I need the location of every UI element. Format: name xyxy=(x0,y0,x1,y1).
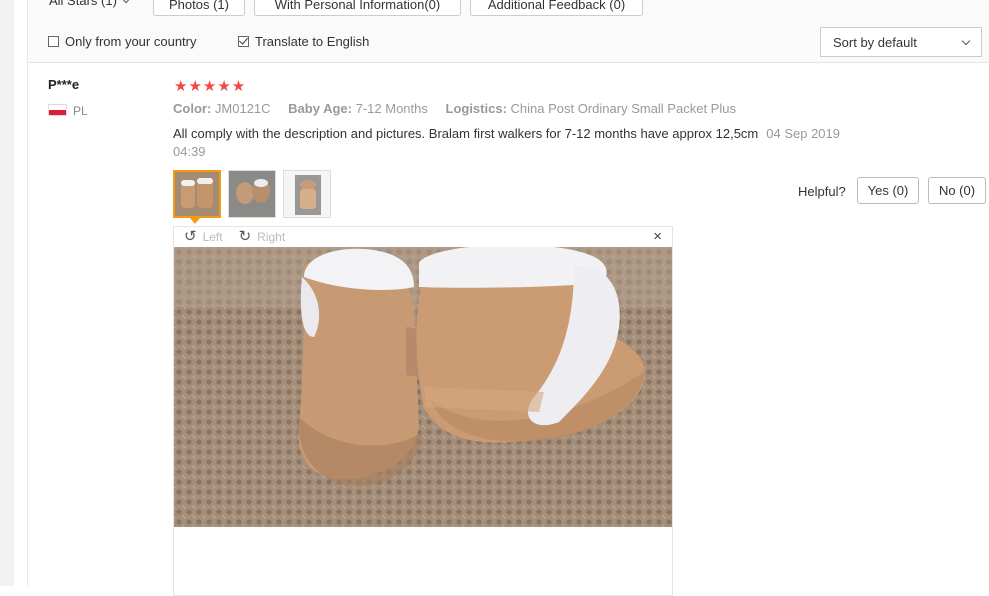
only-country-checkbox[interactable]: Only from your country xyxy=(48,34,197,49)
review-time: 04:39 xyxy=(173,144,206,159)
review-photo-thumbnail[interactable] xyxy=(228,170,276,218)
baby-age-value: 7-12 Months xyxy=(355,101,428,116)
helpful-label: Helpful? xyxy=(798,184,846,199)
review-photo-large xyxy=(174,247,672,527)
sort-select[interactable]: Sort by default xyxy=(820,27,982,57)
viewer-toolbar: ↺ Left ↻ Right xyxy=(184,229,285,244)
review-date: 04 Sep 2019 xyxy=(766,126,840,141)
star-rating: ★★★★★ xyxy=(174,78,247,95)
review-photo-thumbnail[interactable] xyxy=(173,170,221,218)
review-text: All comply with the description and pict… xyxy=(173,126,759,141)
close-icon[interactable]: × xyxy=(653,228,662,245)
left-gutter xyxy=(0,0,14,586)
only-country-label: Only from your country xyxy=(65,34,197,49)
product-attributes: Color: JM0121C Baby Age: 7-12 Months Log… xyxy=(173,101,736,116)
checkbox-icon[interactable] xyxy=(48,36,59,47)
helpful-no-button[interactable]: No (0) xyxy=(928,177,986,204)
active-thumbnail-pointer xyxy=(190,218,200,224)
translate-label: Translate to English xyxy=(255,34,370,49)
stars-filter-label: All Stars (1) xyxy=(49,0,117,8)
helpful-yes-button[interactable]: Yes (0) xyxy=(857,177,919,204)
baby-age-label: Baby Age: xyxy=(288,101,352,116)
rotate-right-icon[interactable]: ↻ xyxy=(239,229,252,244)
photos-filter-button[interactable]: Photos (1) xyxy=(153,0,245,16)
poland-flag-icon xyxy=(48,104,67,116)
reviewer-name: P***e xyxy=(48,77,80,92)
color-label: Color: xyxy=(173,101,212,116)
review-comment: All comply with the description and pict… xyxy=(173,125,893,161)
translate-checkbox[interactable]: Translate to English xyxy=(238,34,369,49)
rotate-left-icon[interactable]: ↺ xyxy=(184,229,197,244)
color-value: JM0121C xyxy=(214,101,271,116)
checkbox-checked-icon[interactable] xyxy=(238,36,249,47)
chevron-down-icon xyxy=(961,36,971,45)
logistics-label: Logistics: xyxy=(445,101,507,116)
rotate-right-label[interactable]: Right xyxy=(257,230,285,244)
sort-value: Sort by default xyxy=(833,34,917,50)
chevron-down-icon xyxy=(121,0,131,4)
personal-info-filter-button[interactable]: With Personal Information(0) xyxy=(254,0,461,16)
photo-viewer: ↺ Left ↻ Right × xyxy=(173,226,673,596)
logistics-value: China Post Ordinary Small Packet Plus xyxy=(510,101,736,116)
rotate-left-label[interactable]: Left xyxy=(203,230,223,244)
additional-feedback-filter-button[interactable]: Additional Feedback (0) xyxy=(470,0,643,16)
review-photo-thumbnail[interactable] xyxy=(283,170,331,218)
reviewer-country: PL xyxy=(73,104,88,118)
stars-filter-dropdown[interactable]: All Stars (1) xyxy=(49,0,131,8)
left-divider xyxy=(27,0,28,586)
